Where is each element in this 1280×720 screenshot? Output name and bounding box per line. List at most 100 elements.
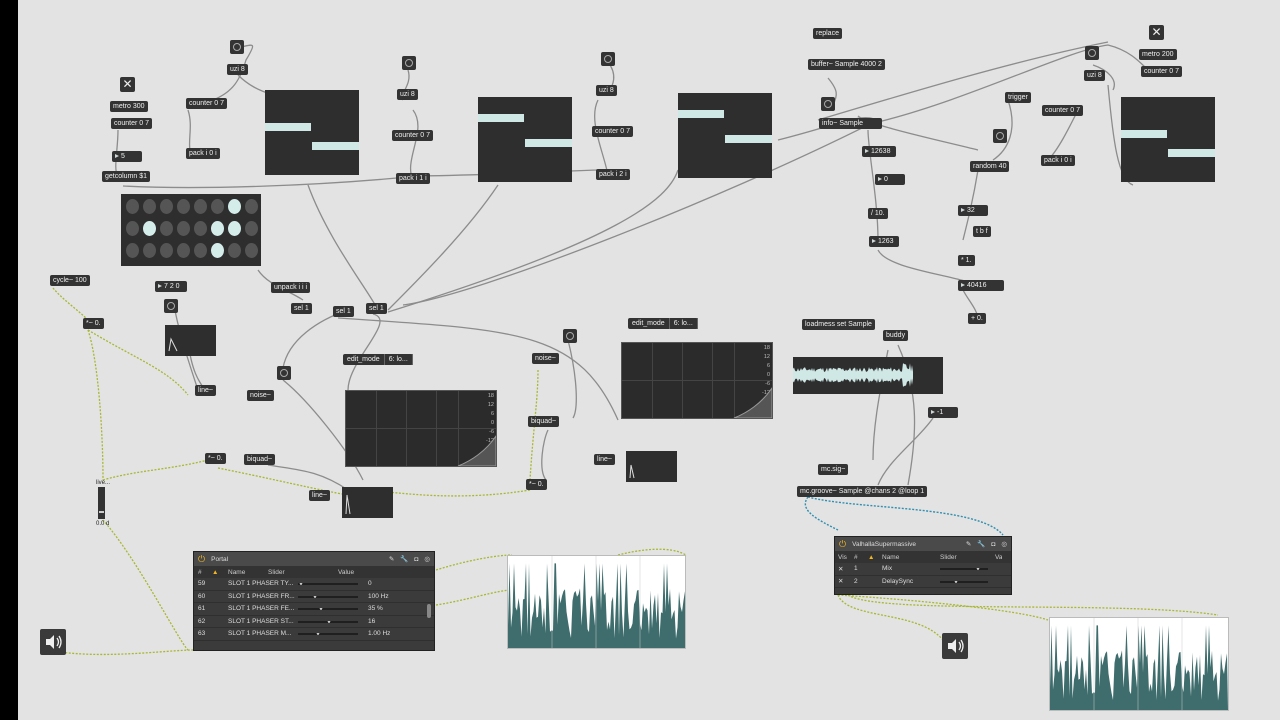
counter-3[interactable]: counter 0 7 [592,126,634,137]
valhalla-param-row[interactable]: ✕ 1 Mix [835,563,1011,576]
pack-left-1[interactable]: pack i 0 i [186,148,220,159]
function-env-a[interactable] [165,325,216,356]
trigger[interactable]: trigger [1005,92,1031,103]
info-object[interactable]: info~ Sample [819,118,882,129]
matrix-cell[interactable] [126,221,139,236]
uzi-2[interactable]: uzi 8 [397,89,418,100]
random-40[interactable]: random 40 [970,161,1010,172]
portal-device[interactable]: ⏻ Portal ✎ 🔧 ◘ ◎ # ▲ Name Slider Value 5… [193,551,435,651]
col-vis[interactable]: Vis [835,554,854,561]
num-0[interactable]: 0 [875,174,905,185]
col-value[interactable]: Va [995,554,1002,561]
line-a[interactable]: line~ [195,385,216,396]
portal-param-row[interactable]: 63 SLOT 1 PHASER M... 1.00 Hz [194,628,434,641]
matrix-cell[interactable] [245,243,258,258]
matrix-cell[interactable] [143,243,156,258]
pictslider-1[interactable] [265,90,359,175]
bang-env-c[interactable] [563,329,577,343]
counter-2[interactable]: counter 0 7 [392,130,434,141]
unpack[interactable]: unpack i i i [271,282,311,293]
matrix-cell[interactable] [211,199,224,214]
number-box-5[interactable]: 5 [112,151,142,162]
uzi-1[interactable]: uzi 8 [227,64,248,75]
getcolumn[interactable]: getcolumn $1 [102,171,151,182]
line-c[interactable]: line~ [594,454,615,465]
function-env-b[interactable] [342,487,393,518]
div-10[interactable]: / 10. [868,208,888,219]
bang-random[interactable] [993,129,1007,143]
uzi-3[interactable]: uzi 8 [596,85,617,96]
valhalla-device[interactable]: ⏻ ValhallaSupermassive ✎ 🔧 ◘ ◎ Vis # ▲ N… [834,536,1012,595]
speaker-icon-left[interactable] [40,629,66,655]
pack-3[interactable]: pack i 2 i [596,169,630,180]
pictslider-right[interactable] [1121,97,1215,182]
param-slider[interactable] [298,620,358,623]
edit-mode-menu-a[interactable]: edit_mode 6: lo... [343,354,413,365]
matrixctrl[interactable] [121,194,261,266]
speaker-icon-right[interactable] [942,633,968,659]
matrix-cell[interactable] [160,243,173,258]
settings-icon[interactable]: ◎ [424,555,430,563]
num-12638[interactable]: 12638 [862,146,896,157]
pencil-icon[interactable]: ✎ [389,555,394,563]
times-1[interactable]: * 1. [958,255,975,266]
matrix-cell[interactable] [194,199,207,214]
matrix-cell[interactable] [177,199,190,214]
bang-env-b[interactable] [277,366,291,380]
bang-uzi-3[interactable] [601,52,615,66]
toggle-right[interactable]: ✕ [1149,25,1164,40]
col-sort-icon[interactable]: ▲ [212,569,228,576]
pictslider-3[interactable] [678,93,772,178]
function-env-c[interactable] [626,451,677,482]
mult-signal-b[interactable]: *~ 0. [205,453,226,464]
col-slider[interactable]: Slider [940,554,995,561]
bang-uzi-right[interactable] [1085,46,1099,60]
portal-param-row[interactable]: 59 SLOT 1 PHASER TY... 0 [194,578,434,591]
portal-param-row[interactable]: 62 SLOT 1 PHASER ST... 16 [194,616,434,628]
metro-left[interactable]: metro 300 [110,101,148,112]
matrix-cell[interactable] [177,243,190,258]
vis-checkbox[interactable]: ✕ [835,565,854,573]
param-slider[interactable] [940,580,988,583]
mc-sig[interactable]: mc.sig~ [818,464,849,475]
portal-param-row[interactable]: 61 SLOT 1 PHASER FE... 35 % [194,603,434,616]
bang-env-a[interactable] [164,299,178,313]
matrix-cell[interactable] [211,221,224,236]
power-icon[interactable]: ⏻ [839,539,846,550]
wrench-icon[interactable]: 🔧 [400,555,408,563]
matrix-cell[interactable] [228,221,241,236]
col-value[interactable]: Value [338,569,354,576]
pack-right[interactable]: pack i 0 i [1041,155,1075,166]
line-b[interactable]: line~ [309,490,330,501]
num-neg1[interactable]: -1 [928,407,958,418]
matrix-cell[interactable] [143,199,156,214]
matrix-cell[interactable] [228,243,241,258]
mc-groove[interactable]: mc.groove~ Sample @chans 2 @loop 1 [797,486,928,497]
noise-a[interactable]: noise~ [247,390,274,401]
counter-left-a[interactable]: counter 0 7 [111,118,153,129]
camera-icon[interactable]: ◘ [414,556,418,563]
col-sort-icon[interactable]: ▲ [868,554,882,561]
scrollbar[interactable] [427,604,431,618]
matrix-cell[interactable] [177,221,190,236]
biquad-b[interactable]: biquad~ [528,416,560,427]
pencil-icon[interactable]: ✎ [966,540,971,548]
buffer-object[interactable]: buffer~ Sample 4000 2 [808,59,885,70]
toggle-left[interactable]: ✕ [120,77,135,92]
biquad-a[interactable]: biquad~ [244,454,276,465]
pictslider-2[interactable] [478,97,572,182]
mult-signal-c[interactable]: *~ 0. [526,479,547,490]
num-1263[interactable]: 1263 [869,236,899,247]
wrench-icon[interactable]: 🔧 [977,540,985,548]
matrix-cell[interactable] [245,199,258,214]
loadmess[interactable]: loadmess set Sample [802,319,875,330]
live-gain-slider[interactable] [98,487,105,519]
buddy[interactable]: buddy [883,330,909,341]
cycle-osc[interactable]: cycle~ 100 [50,275,90,286]
param-slider[interactable] [298,595,358,598]
t-b-f[interactable]: t b f [973,226,991,237]
matrix-cell[interactable] [126,243,139,258]
vis-checkbox[interactable]: ✕ [835,577,854,585]
num-40416[interactable]: 40416 [958,280,1004,291]
mult-signal-a[interactable]: *~ 0. [83,318,104,329]
